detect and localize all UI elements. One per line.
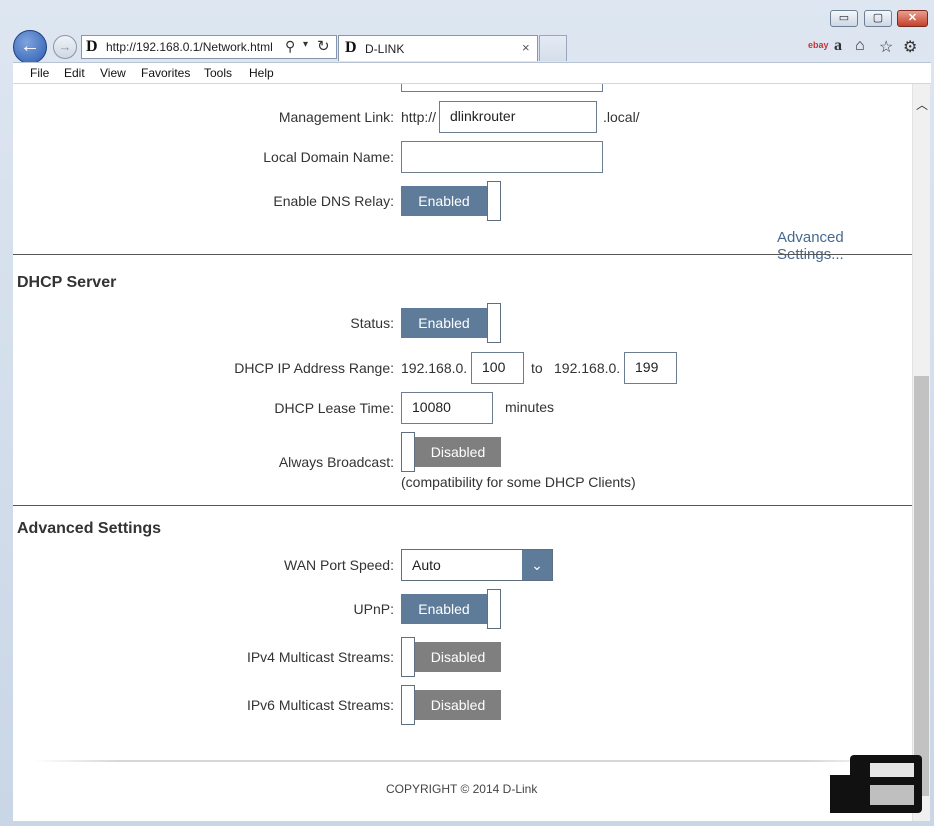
always-broadcast-note: (compatibility for some DHCP Clients) <box>401 474 636 490</box>
always-broadcast-label: Always Broadcast: <box>278 454 394 470</box>
dhcp-lease-input[interactable]: 10080 <box>401 392 493 424</box>
dhcp-range-prefix-start: 192.168.0. <box>401 360 468 376</box>
ebay-icon[interactable]: ebay <box>808 40 829 50</box>
toggle-knob[interactable] <box>401 637 415 677</box>
dhcp-range-to: to <box>531 360 543 376</box>
forward-button[interactable]: → <box>53 35 77 59</box>
dhcp-status-toggle[interactable]: Enabled <box>401 303 501 343</box>
upnp-state: Enabled <box>401 594 487 624</box>
new-tab-button[interactable] <box>539 35 567 61</box>
dhcp-range-end-input[interactable]: 199 <box>624 352 677 384</box>
favorites-star-icon[interactable]: ☆ <box>879 37 893 57</box>
footer-divider <box>33 760 893 762</box>
upnp-toggle[interactable]: Enabled <box>401 589 501 629</box>
toggle-knob[interactable] <box>487 181 501 221</box>
dhcp-status-state: Enabled <box>401 308 487 338</box>
menu-tools[interactable]: Tools <box>204 66 232 80</box>
dhcp-status-label: Status: <box>350 315 394 331</box>
dhcp-range-prefix-end: 192.168.0. <box>554 360 621 376</box>
menu-help[interactable]: Help <box>249 66 274 80</box>
dhcp-lease-unit: minutes <box>505 399 555 415</box>
local-domain-input[interactable] <box>401 141 603 173</box>
toggle-knob[interactable] <box>401 432 415 472</box>
search-icon[interactable]: ⚲ <box>285 38 295 55</box>
management-link-label: Management Link: <box>278 109 394 125</box>
chevron-up-icon[interactable]: ︿ <box>916 96 928 113</box>
gear-icon[interactable]: ⚙ <box>903 37 917 57</box>
home-icon[interactable]: ⌂ <box>855 37 865 55</box>
chevron-down-icon[interactable]: ▾ <box>303 39 308 50</box>
address-bar[interactable]: D http://192.168.0.1/Network.html ⚲ ▾ ↻ <box>81 35 337 59</box>
page-content: Management Link: http:// dlinkrouter .lo… <box>13 84 912 821</box>
tab-favicon: D <box>345 39 357 56</box>
always-broadcast-toggle[interactable]: Disabled <box>401 432 501 472</box>
tab-close-icon[interactable]: × <box>522 40 530 55</box>
menu-edit[interactable]: Edit <box>64 66 85 80</box>
dns-relay-state: Enabled <box>401 186 487 216</box>
dhcp-lease-label: DHCP Lease Time: <box>274 400 394 416</box>
ipv6-multicast-state: Disabled <box>415 690 501 720</box>
toggle-knob[interactable] <box>401 685 415 725</box>
partial-field[interactable] <box>401 84 603 92</box>
advanced-section-title: Advanced Settings <box>17 520 162 537</box>
copyright-text: COPYRIGHT © 2014 D-Link <box>386 782 538 796</box>
minimize-button[interactable]: ▭ <box>830 10 858 27</box>
upnp-label: UPnP: <box>353 601 394 617</box>
address-url[interactable]: http://192.168.0.1/Network.html <box>106 40 273 54</box>
ipv6-multicast-label: IPv6 Multicast Streams: <box>246 697 394 713</box>
dhcp-range-label: DHCP IP Address Range: <box>234 360 394 376</box>
menu-bar: File Edit View Favorites Tools Help <box>13 62 931 84</box>
management-link-suffix: .local/ <box>603 109 640 125</box>
dns-relay-toggle[interactable]: Enabled <box>401 181 501 221</box>
ipv4-multicast-toggle[interactable]: Disabled <box>401 637 501 677</box>
wan-port-speed-select[interactable]: Auto ⌄ <box>401 549 553 581</box>
ipv6-multicast-toggle[interactable]: Disabled <box>401 685 501 725</box>
chevron-down-icon[interactable]: ⌄ <box>522 550 552 580</box>
wan-port-speed-value: Auto <box>412 557 441 573</box>
back-arrow-icon: ← <box>20 35 40 57</box>
browser-window: ▭ ▢ ✕ ← → D http://192.168.0.1/Network.h… <box>0 0 934 826</box>
dns-relay-label: Enable DNS Relay: <box>273 193 394 209</box>
tab-d-link[interactable]: D D-LINK × <box>338 35 538 61</box>
menu-favorites[interactable]: Favorites <box>141 66 190 80</box>
tab-title: D-LINK <box>365 42 405 56</box>
menu-file[interactable]: File <box>30 66 49 80</box>
toggle-knob[interactable] <box>487 303 501 343</box>
maximize-button[interactable]: ▢ <box>864 10 892 27</box>
toggle-knob[interactable] <box>487 589 501 629</box>
amazon-icon[interactable]: a <box>834 37 842 55</box>
forward-arrow-icon: → <box>58 39 72 54</box>
advanced-settings-link[interactable]: Advanced Settings... <box>777 229 912 263</box>
ipv4-multicast-state: Disabled <box>415 642 501 672</box>
management-link-prefix: http:// <box>401 109 437 125</box>
local-domain-label: Local Domain Name: <box>263 149 394 165</box>
section-divider <box>13 254 912 255</box>
section-divider <box>13 505 912 506</box>
site-favicon: D <box>86 38 98 55</box>
menu-view[interactable]: View <box>100 66 126 80</box>
dhcp-range-start-input[interactable]: 100 <box>471 352 524 384</box>
always-broadcast-state: Disabled <box>415 437 501 467</box>
back-button[interactable]: ← <box>13 30 47 64</box>
management-link-input[interactable]: dlinkrouter <box>439 101 597 133</box>
scroll-thumb[interactable] <box>914 376 929 796</box>
wan-port-speed-label: WAN Port Speed: <box>284 557 394 573</box>
watermark-logo <box>830 755 922 813</box>
vertical-scrollbar[interactable]: ︿ <box>912 84 930 821</box>
dhcp-section-title: DHCP Server <box>17 274 117 291</box>
close-window-button[interactable]: ✕ <box>897 10 928 27</box>
refresh-icon[interactable]: ↻ <box>317 37 330 55</box>
ipv4-multicast-label: IPv4 Multicast Streams: <box>246 649 394 665</box>
